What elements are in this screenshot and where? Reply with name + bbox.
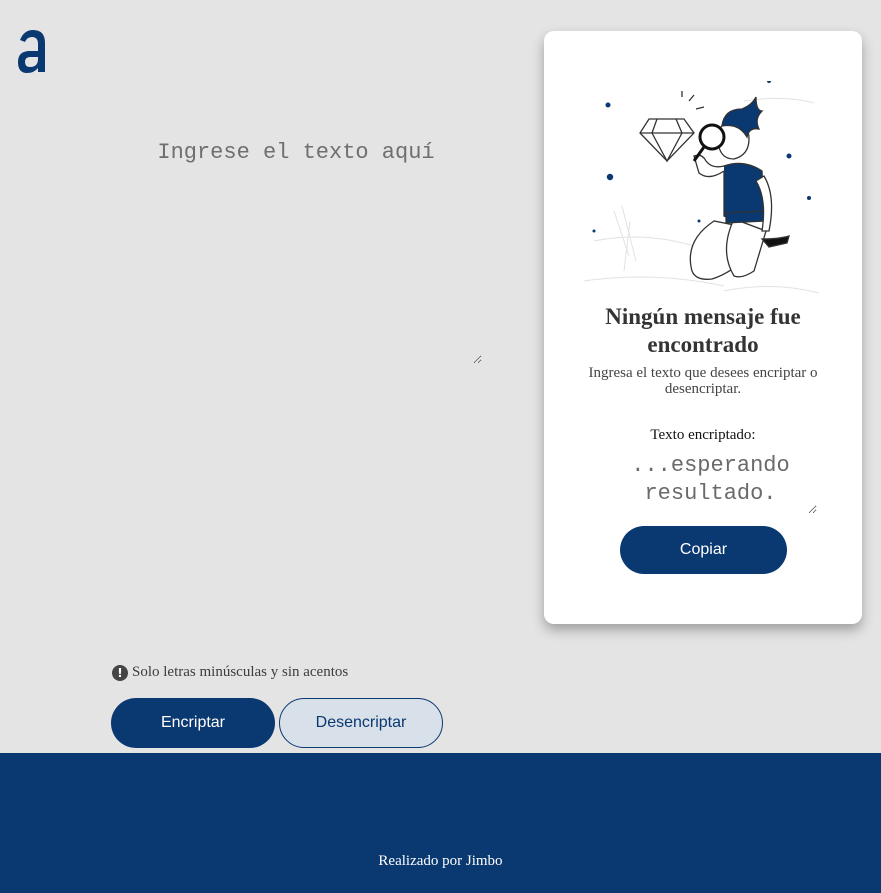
- notice-text: Solo letras minúsculas y sin acentos: [132, 664, 349, 680]
- exclamation-circle-icon: !: [112, 664, 128, 681]
- encrypt-button[interactable]: Encriptar: [111, 698, 275, 748]
- decrypt-button[interactable]: Desencriptar: [279, 698, 443, 748]
- input-notice: ! Solo letras minúsculas y sin acentos: [112, 664, 348, 681]
- person-with-magnifier-illustration: [584, 81, 820, 294]
- output-label: Texto encriptado:: [650, 427, 756, 443]
- copy-button[interactable]: Copiar: [620, 526, 787, 574]
- alura-logo-icon: [18, 30, 45, 73]
- panel-title: Ningún mensaje fue encontrado: [605, 304, 801, 357]
- footer-text: Realizado por Jimbo: [378, 853, 503, 869]
- text-input[interactable]: [110, 128, 482, 364]
- panel-subtitle: Ingresa el texto que desees encriptar o …: [588, 365, 818, 397]
- footer: Realizado por Jimbo: [0, 753, 881, 893]
- output-panel: Ningún mensaje fue encontrado Ingresa el…: [544, 31, 862, 624]
- output-textarea[interactable]: [604, 452, 817, 514]
